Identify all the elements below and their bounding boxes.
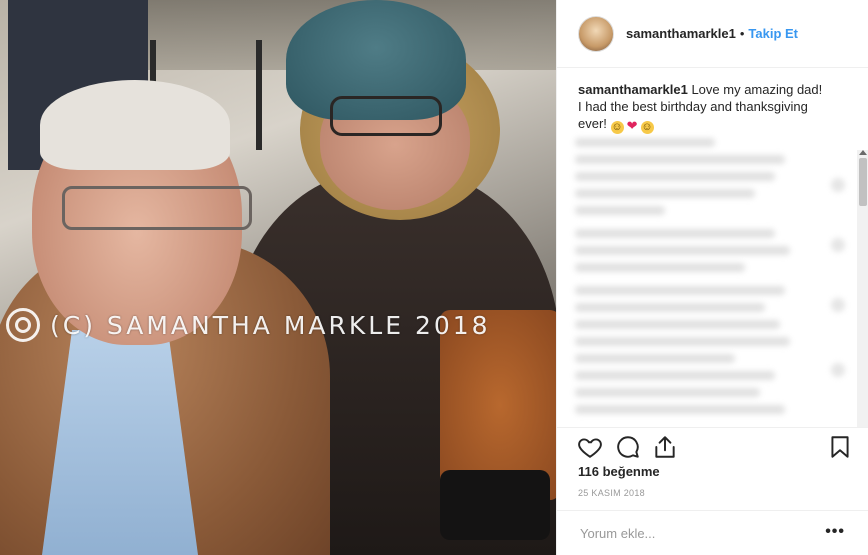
woman-glasses [330, 96, 442, 136]
winking-face-icon: ☺ [640, 121, 654, 134]
instagram-post: (C) SAMANTHA MARKLE 2018 samanthamarkle1… [0, 0, 868, 555]
action-bar [557, 428, 868, 464]
photo-watermark: (C) SAMANTHA MARKLE 2018 [6, 308, 491, 342]
header-separator: • [739, 26, 745, 41]
caption-username[interactable]: samanthamarkle1 [578, 82, 688, 97]
share-icon[interactable] [652, 434, 678, 460]
more-options-button[interactable]: ••• [825, 523, 845, 541]
post-side-panel: samanthamarkle1 • Takip Et samanthamarkl… [556, 0, 868, 555]
post-caption: samanthamarkle1 Love my amazing dad! I h… [578, 81, 828, 134]
avatar[interactable] [578, 15, 614, 52]
comments-scrollbar[interactable] [857, 150, 868, 427]
post-date[interactable]: 25 KASIM 2018 [578, 488, 645, 498]
post-photo[interactable]: (C) SAMANTHA MARKLE 2018 [0, 0, 556, 555]
copyright-camera-icon [6, 308, 40, 342]
post-header: samanthamarkle1 • Takip Et [557, 0, 868, 68]
man-hair [40, 80, 230, 170]
comment-input[interactable] [578, 521, 802, 545]
man-glasses [62, 186, 252, 230]
red-heart-icon: ❤ [626, 118, 638, 133]
scrollbar-thumb[interactable] [859, 158, 867, 206]
grinning-face-with-sweat-icon: ☺ [610, 121, 624, 134]
likes-count[interactable]: 116 beğenme [578, 464, 660, 479]
comments-area: samanthamarkle1 Love my amazing dad! I h… [557, 68, 868, 428]
blurred-comments [575, 138, 845, 418]
follow-button[interactable]: Takip Et [748, 26, 798, 41]
heart-outline-icon[interactable] [577, 434, 603, 460]
watermark-text: (C) SAMANTHA MARKLE 2018 [50, 310, 491, 340]
bookmark-icon[interactable] [827, 434, 853, 460]
header-username[interactable]: samanthamarkle1 [626, 26, 736, 41]
scroll-up-arrow-icon[interactable] [859, 150, 867, 155]
dark-bag [440, 470, 550, 540]
add-comment-bar: ••• [557, 510, 868, 555]
comment-bubble-icon[interactable] [615, 434, 641, 460]
